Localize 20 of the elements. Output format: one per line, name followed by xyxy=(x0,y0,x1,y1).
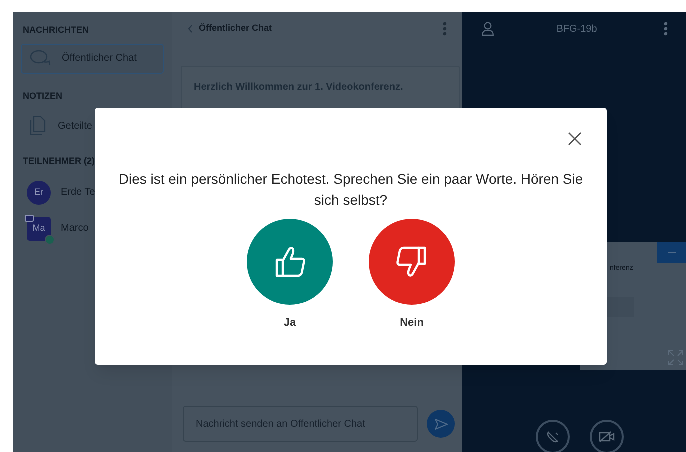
chat-bubbles-icon xyxy=(30,50,52,68)
chevron-left-icon xyxy=(188,25,193,33)
close-icon xyxy=(568,132,582,146)
user-avatar: Er xyxy=(27,180,51,204)
video-button[interactable] xyxy=(590,420,624,452)
audio-button[interactable] xyxy=(536,420,570,452)
send-icon xyxy=(434,418,448,430)
meeting-title: BFG-19b xyxy=(556,22,598,36)
close-button[interactable] xyxy=(568,132,582,146)
yes-button[interactable]: Ja xyxy=(247,219,333,332)
more-options-icon[interactable] xyxy=(443,22,447,36)
no-button[interactable]: Nein xyxy=(369,219,455,332)
camera-off-icon xyxy=(599,431,615,443)
documents-icon xyxy=(30,116,46,136)
dialog-message: Dies ist ein persönlicher Echotest. Sprechen Sie ein paar Worte. Hören Sie sich selbst? xyxy=(118,170,584,210)
user-icon[interactable] xyxy=(482,22,494,36)
more-options-icon[interactable] xyxy=(664,22,668,36)
phone-off-icon xyxy=(546,430,560,444)
send-button[interactable] xyxy=(427,410,455,438)
chat-back-button[interactable]: Öffentlicher Chat xyxy=(188,22,272,36)
